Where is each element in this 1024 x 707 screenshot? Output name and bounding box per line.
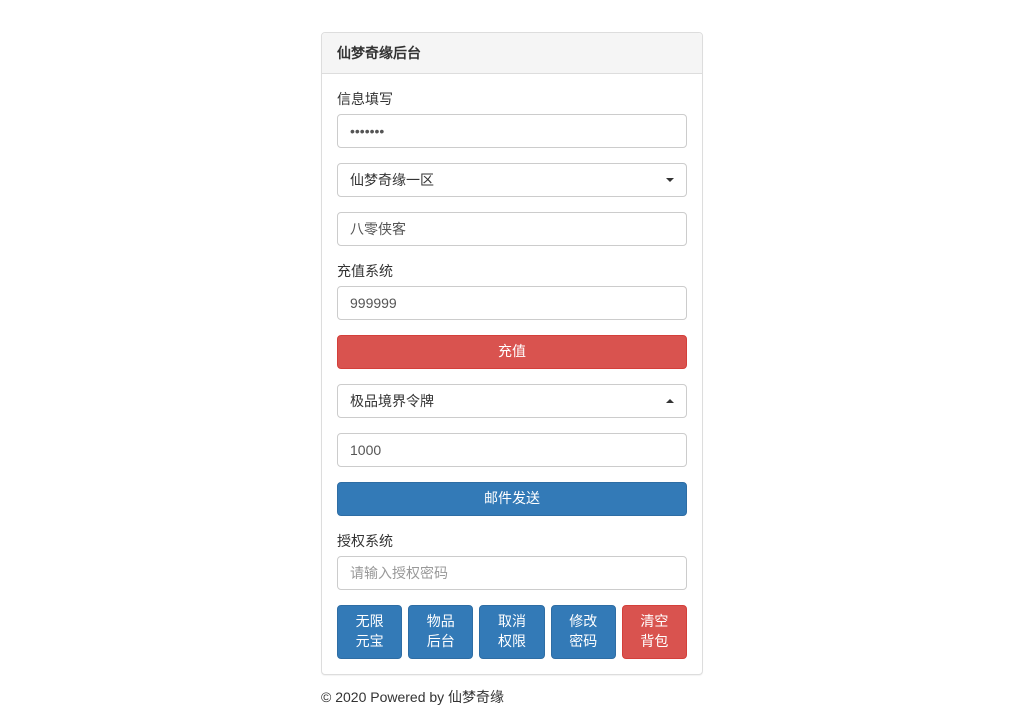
- admin-panel: 仙梦奇缘后台 信息填写 仙梦奇缘一区 充值系统 充值 极品境界令牌: [321, 32, 703, 675]
- recharge-button[interactable]: 充值: [337, 335, 687, 369]
- caret-down-icon: [666, 178, 674, 182]
- cancel-auth-button[interactable]: 取消权限: [479, 605, 544, 659]
- password-input[interactable]: [337, 114, 687, 148]
- panel-body: 信息填写 仙梦奇缘一区 充值系统 充值 极品境界令牌: [322, 74, 702, 674]
- item-select-value: 极品境界令牌: [350, 391, 660, 411]
- recharge-section: 充值系统: [337, 261, 687, 320]
- auth-label: 授权系统: [337, 531, 687, 551]
- panel-title: 仙梦奇缘后台: [322, 33, 702, 74]
- change-password-button[interactable]: 修改密码: [551, 605, 616, 659]
- character-group: [337, 212, 687, 246]
- server-select-value: 仙梦奇缘一区: [350, 170, 660, 190]
- item-backend-button[interactable]: 物品后台: [408, 605, 473, 659]
- item-select[interactable]: 极品境界令牌: [337, 384, 687, 418]
- footer-text: © 2020 Powered by 仙梦奇缘: [321, 687, 703, 707]
- clear-bag-button[interactable]: 清空背包: [622, 605, 687, 659]
- auth-password-input[interactable]: [337, 556, 687, 590]
- server-select[interactable]: 仙梦奇缘一区: [337, 163, 687, 197]
- character-input[interactable]: [337, 212, 687, 246]
- info-label: 信息填写: [337, 89, 687, 109]
- action-button-row: 无限元宝 物品后台 取消权限 修改密码 清空背包: [337, 605, 687, 659]
- quantity-group: [337, 433, 687, 467]
- mail-button-group: 邮件发送: [337, 482, 687, 516]
- item-select-group: 极品境界令牌: [337, 384, 687, 418]
- recharge-label: 充值系统: [337, 261, 687, 281]
- caret-up-icon: [666, 399, 674, 403]
- auth-section: 授权系统: [337, 531, 687, 590]
- mail-send-button[interactable]: 邮件发送: [337, 482, 687, 516]
- unlimited-gold-button[interactable]: 无限元宝: [337, 605, 402, 659]
- recharge-button-group: 充值: [337, 335, 687, 369]
- info-section: 信息填写: [337, 89, 687, 148]
- quantity-input[interactable]: [337, 433, 687, 467]
- recharge-amount-input[interactable]: [337, 286, 687, 320]
- server-select-group: 仙梦奇缘一区: [337, 163, 687, 197]
